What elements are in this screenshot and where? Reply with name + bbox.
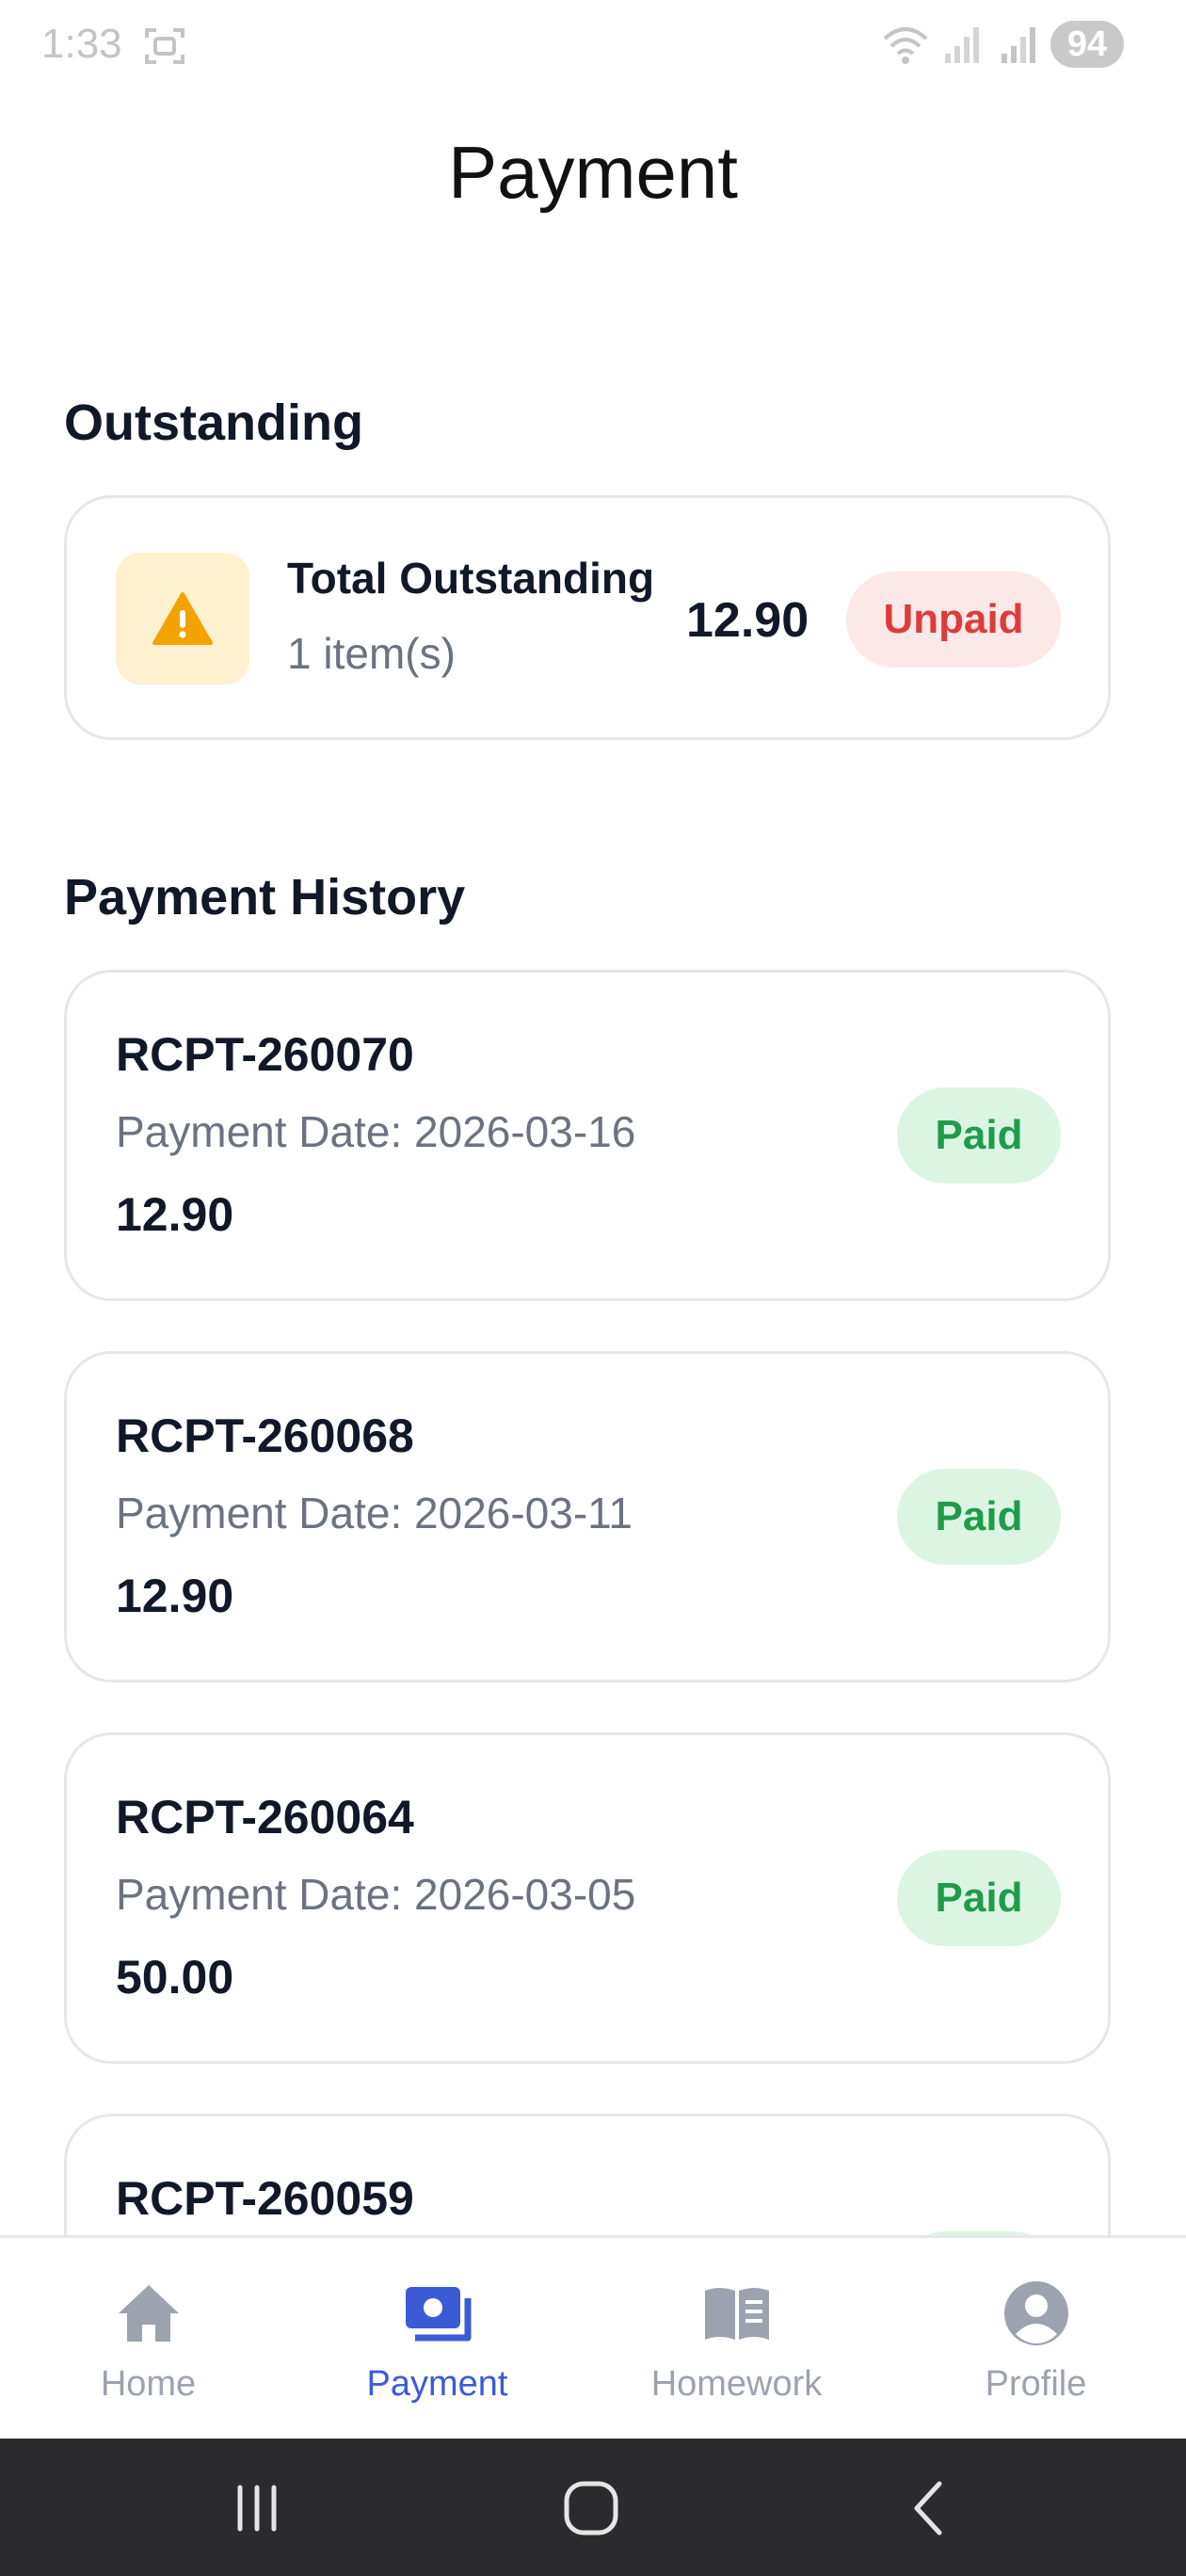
status-bar: 1:33 94 bbox=[0, 0, 1186, 94]
nav-homework[interactable]: Homework bbox=[588, 2238, 885, 2441]
receipt-card[interactable]: RCPT-260068 Payment Date: 2026-03-11 12.… bbox=[64, 1351, 1111, 1682]
nav-payment[interactable]: Payment bbox=[289, 2238, 585, 2441]
home-icon bbox=[118, 2285, 179, 2342]
receipt-number: RCPT-260068 bbox=[116, 1409, 414, 1462]
receipt-amount: 12.90 bbox=[116, 1570, 234, 1622]
payment-date: Payment Date: 2026-03-05 bbox=[116, 1870, 636, 1919]
receipt-amount: 12.90 bbox=[116, 1188, 234, 1241]
nav-home[interactable]: Home bbox=[0, 2238, 296, 2441]
system-nav-bar bbox=[0, 2439, 1186, 2576]
payment-history-heading: Payment History bbox=[64, 869, 466, 926]
receipt-card[interactable]: RCPT-260064 Payment Date: 2026-03-05 50.… bbox=[64, 1732, 1111, 2064]
nav-label: Payment bbox=[366, 2364, 508, 2404]
paid-badge: Paid bbox=[897, 1087, 1061, 1183]
profile-icon bbox=[1003, 2281, 1068, 2345]
nav-profile[interactable]: Profile bbox=[888, 2238, 1184, 2441]
nav-label: Profile bbox=[985, 2364, 1087, 2404]
book-icon bbox=[704, 2288, 769, 2340]
bottom-nav: Home Payment Homework Profile bbox=[0, 2235, 1186, 2439]
payment-date: Payment Date: 2026-03-11 bbox=[116, 1489, 633, 1538]
signal-icon-2 bbox=[1002, 27, 1035, 63]
nav-label: Homework bbox=[650, 2364, 823, 2404]
paid-badge: Paid bbox=[897, 1469, 1061, 1565]
nav-label: Home bbox=[100, 2364, 197, 2404]
outstanding-heading: Outstanding bbox=[64, 394, 363, 451]
payment-date: Payment Date: 2026-03-16 bbox=[116, 1107, 636, 1156]
receipt-amount: 50.00 bbox=[116, 1951, 234, 2004]
receipt-number: RCPT-260059 bbox=[116, 2172, 414, 2225]
receipt-number: RCPT-260070 bbox=[116, 1028, 414, 1081]
unpaid-badge: Unpaid bbox=[846, 572, 1061, 668]
warning-icon bbox=[152, 592, 213, 645]
outstanding-title: Total Outstanding bbox=[287, 554, 655, 603]
receipt-number: RCPT-260064 bbox=[116, 1791, 414, 1843]
payment-icon bbox=[405, 2287, 471, 2342]
wifi-icon bbox=[883, 27, 928, 64]
back-icon[interactable] bbox=[892, 2472, 968, 2544]
signal-icon bbox=[945, 27, 979, 63]
outstanding-card[interactable]: Total Outstanding 1 item(s) 12.90 Unpaid bbox=[64, 495, 1111, 740]
recent-apps-icon[interactable] bbox=[219, 2472, 295, 2544]
battery-indicator: 94 bbox=[1050, 21, 1124, 68]
paid-badge: Paid bbox=[897, 1850, 1061, 1946]
receipt-card[interactable]: RCPT-260070 Payment Date: 2026-03-16 12.… bbox=[64, 970, 1111, 1301]
warning-tile bbox=[116, 553, 249, 684]
status-time: 1:33 bbox=[41, 21, 122, 67]
page-title: Payment bbox=[448, 131, 738, 214]
screen-record-icon bbox=[145, 28, 184, 64]
home-button-icon[interactable] bbox=[553, 2472, 629, 2544]
outstanding-item-count: 1 item(s) bbox=[287, 629, 456, 678]
outstanding-amount: 12.90 bbox=[686, 593, 809, 648]
